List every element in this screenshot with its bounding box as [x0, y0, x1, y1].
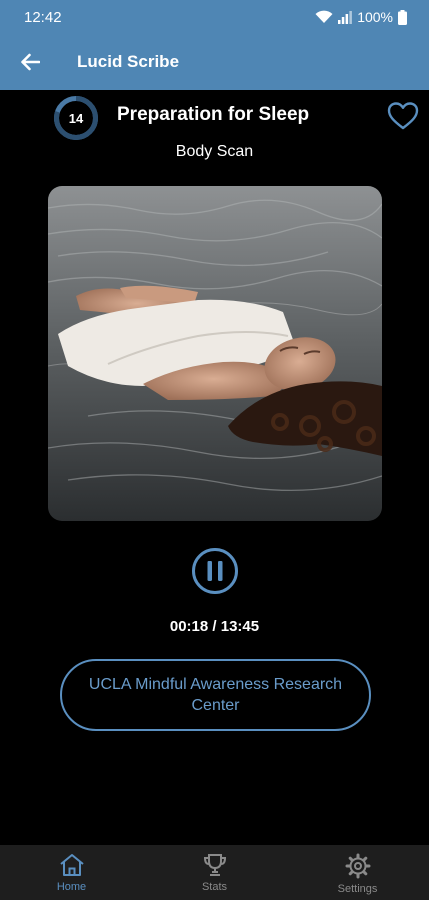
- signal-icon: [338, 11, 353, 24]
- battery-percent: 100%: [357, 9, 393, 25]
- bottom-navigation: Home Stats Settings: [0, 845, 429, 900]
- nav-settings-label: Settings: [337, 883, 378, 895]
- app-bar: Lucid Scribe: [0, 34, 429, 90]
- artwork-image: [48, 186, 382, 521]
- track-subtitle: Body Scan: [175, 143, 254, 160]
- arrow-left-icon: [21, 53, 40, 71]
- nav-home[interactable]: Home: [0, 845, 143, 893]
- status-time: 12:42: [24, 8, 62, 26]
- playback-time: 00:18 / 13:45: [169, 618, 260, 635]
- ucla-marc-link-button[interactable]: UCLA Mindful Awareness Research Center: [60, 659, 371, 731]
- nav-home-label: Home: [56, 881, 87, 893]
- gear-icon: [345, 853, 370, 879]
- status-bar: 12:42 100%: [0, 0, 429, 34]
- track-title: Preparation for Sleep: [117, 104, 310, 125]
- battery-icon: [398, 9, 407, 25]
- home-icon: [59, 854, 84, 876]
- favorite-heart-icon[interactable]: [387, 101, 419, 131]
- back-button[interactable]: [2, 34, 58, 90]
- wifi-icon: [315, 10, 333, 23]
- pause-button[interactable]: [191, 547, 239, 595]
- track-artwork: [48, 186, 382, 521]
- trophy-icon: [203, 854, 226, 876]
- nav-stats[interactable]: Stats: [143, 845, 286, 893]
- nav-stats-label: Stats: [201, 881, 228, 893]
- session-number: 14: [68, 110, 84, 126]
- nav-settings[interactable]: Settings: [286, 845, 429, 895]
- status-icons: 100%: [315, 9, 407, 25]
- app-title: Lucid Scribe: [77, 52, 180, 71]
